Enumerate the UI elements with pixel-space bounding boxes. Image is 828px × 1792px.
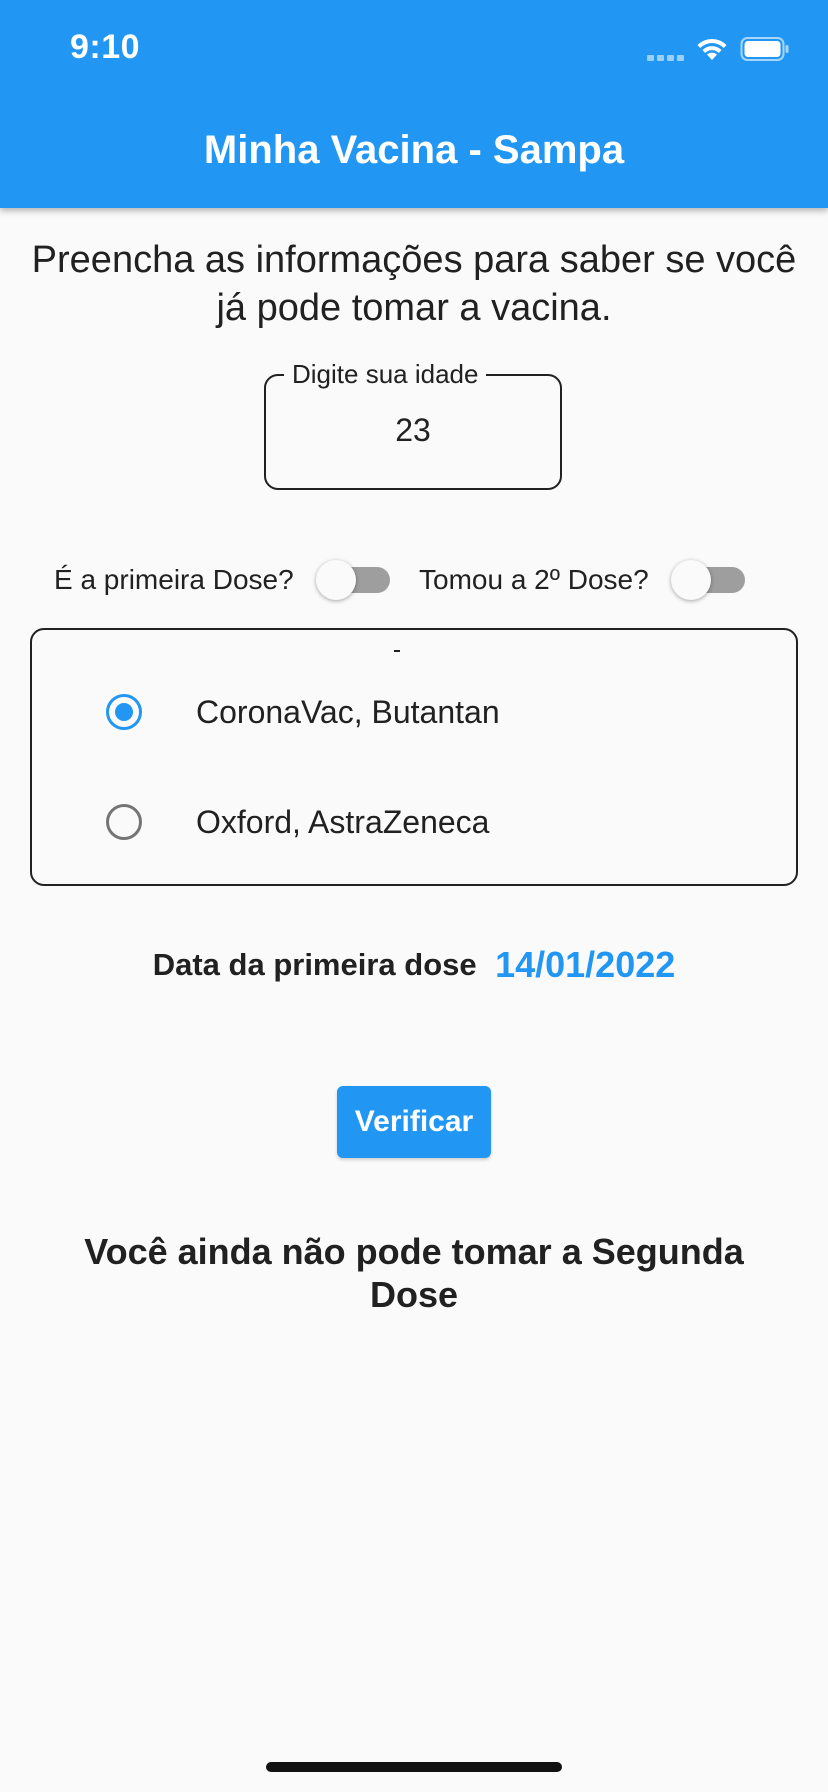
intro-text: Preencha as informações para saber se vo… (31, 239, 797, 329)
switch-thumb (315, 560, 356, 600)
status-time: 9:10 (70, 28, 141, 66)
vaccine-option-label: CoronaVac, Butantan (196, 693, 500, 730)
age-input-label: Digite sua idade (284, 357, 487, 391)
first-dose-label: É a primeira Dose? (54, 564, 294, 595)
vaccine-option-label: Oxford, AstraZeneca (196, 803, 490, 840)
second-dose-switch[interactable] (670, 558, 745, 602)
signal-icon (647, 37, 684, 61)
first-dose-switch[interactable] (315, 558, 390, 602)
vaccine-option-coronavac[interactable]: CoronaVac, Butantan (32, 662, 796, 762)
second-dose-switch-row: Tomou a 2º Dose? (419, 558, 745, 602)
radio-selected-icon[interactable] (106, 694, 142, 730)
result-message: Você ainda não pode tomar a Segunda Dose (84, 1231, 744, 1315)
switch-thumb (670, 560, 711, 600)
app-bar: 9:10 Minha Vacina - Sampa (0, 0, 828, 208)
wifi-icon (697, 38, 727, 60)
divider (394, 650, 400, 652)
app-title: Minha Vacina - Sampa (203, 128, 625, 172)
first-dose-date-row: Data da primeira dose 14/01/2022 (0, 944, 828, 986)
first-dose-switch-row: É a primeira Dose? (54, 558, 390, 602)
verify-button[interactable]: Verificar (337, 1086, 491, 1158)
status-icons (647, 34, 790, 64)
age-input-value[interactable]: 23 (266, 412, 560, 449)
first-dose-date-value[interactable]: 14/01/2022 (495, 944, 675, 985)
battery-icon (740, 37, 789, 61)
home-indicator[interactable] (266, 1762, 562, 1772)
vaccine-option-astrazeneca[interactable]: Oxford, AstraZeneca (32, 772, 796, 872)
second-dose-label: Tomou a 2º Dose? (419, 564, 649, 595)
age-input[interactable]: Digite sua idade 23 (264, 357, 562, 490)
first-dose-date-label: Data da primeira dose (152, 947, 477, 982)
vaccine-selector: CoronaVac, Butantan Oxford, AstraZeneca (30, 628, 798, 886)
radio-unselected-icon[interactable] (106, 804, 142, 840)
